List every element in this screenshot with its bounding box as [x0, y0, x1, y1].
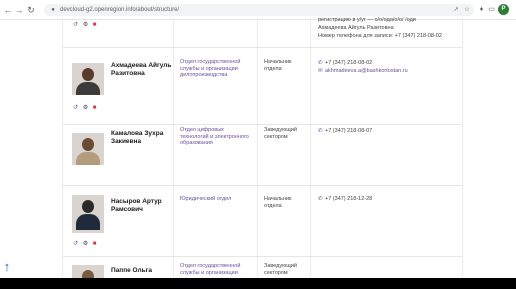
history-icon[interactable]: ↺ — [72, 105, 79, 112]
settings-icon[interactable]: ⚙ — [82, 241, 89, 248]
profile-avatar[interactable]: P — [498, 4, 509, 15]
row-divider — [62, 124, 462, 125]
column-divider — [62, 20, 63, 278]
phone-text: +7 (347) 218-08-02 — [325, 60, 373, 66]
trash-icon[interactable]: ■ — [91, 241, 98, 248]
employee-department[interactable]: Отдел цифровых технологий и электронного… — [180, 127, 254, 147]
settings-icon[interactable]: ⚙ — [82, 105, 89, 112]
trash-icon[interactable]: ■ — [91, 105, 98, 112]
column-divider — [173, 20, 174, 278]
partial-text: регистрацию в у/уг — о/о/ода/о/о/ /оди — [318, 17, 416, 23]
column-divider — [310, 20, 311, 278]
taskbar-strip — [0, 278, 516, 289]
column-divider — [257, 20, 258, 278]
bookmark-star-icon[interactable]: ☆ — [463, 6, 471, 14]
photo-head — [82, 68, 94, 81]
url-text[interactable]: devcloud-g2.openregion.info/about/struct… — [60, 6, 179, 14]
employee-photo — [72, 133, 104, 165]
employee-department[interactable]: Отдел государственной службы и организац… — [180, 59, 254, 79]
row-divider — [62, 185, 462, 186]
extensions-icon[interactable]: ♦ — [477, 5, 486, 14]
scroll-to-top-icon[interactable]: ↑ — [1, 260, 13, 274]
photo-body — [76, 214, 100, 230]
employee-phone: ✆ +7 (347) 218-12-28 — [318, 196, 372, 203]
employee-photo — [72, 63, 104, 95]
employee-department[interactable]: Отдел государственной службы и организац… — [180, 263, 254, 276]
structure-table: регистрацию в у/уг — о/о/ода/о/о/ /оди А… — [0, 17, 516, 278]
employee-name[interactable]: Насыров Артур Рамсович — [111, 198, 173, 214]
employee-phone: ✆ +7 (347) 218-08-07 — [318, 128, 372, 135]
employee-phone: ✆ +7 (347) 218-08-02 — [318, 60, 372, 67]
phone-icon: ✆ — [318, 60, 323, 66]
trash-icon[interactable]: ■ — [91, 22, 98, 29]
mail-icon: ✉ — [318, 68, 323, 74]
share-icon[interactable]: ↗ — [452, 6, 460, 14]
lock-icon[interactable]: ● — [49, 6, 57, 14]
employee-name[interactable]: Камалова Зухра Закиевна — [111, 130, 173, 146]
email-link[interactable]: akhmadeeva.a@bashkortostan.ru — [325, 68, 408, 74]
back-icon[interactable]: ← — [3, 5, 13, 15]
employee-department[interactable]: Юридический отдел — [180, 196, 254, 203]
partial-text: Ахмадеева Айгуль Разитовна — [318, 25, 394, 31]
photo-head — [82, 200, 94, 213]
forward-icon[interactable]: → — [14, 5, 24, 15]
column-divider — [462, 20, 463, 278]
address-bar[interactable]: ● devcloud-g2.openregion.info/about/stru… — [44, 4, 474, 16]
history-icon[interactable]: ↺ — [72, 22, 79, 29]
employee-position: Заведующий сектором — [264, 127, 297, 140]
browser-toolbar: ← → ↻ ● devcloud-g2.openregion.info/abou… — [0, 0, 516, 20]
photo-head — [82, 270, 94, 278]
photo-head — [82, 138, 94, 151]
browser-window: ← → ↻ ● devcloud-g2.openregion.info/abou… — [0, 0, 516, 278]
sidebar-icon[interactable]: ▭ — [487, 5, 496, 14]
employee-name[interactable]: Ахмадеева Айгуль Разитовна — [111, 62, 173, 78]
settings-icon[interactable]: ⚙ — [82, 22, 89, 29]
employee-position: Заведующий сектором — [264, 263, 297, 276]
employee-name[interactable]: Паппе Ольга — [111, 267, 173, 275]
employee-email: ✉ akhmadeeva.a@bashkortostan.ru — [318, 68, 408, 75]
photo-body — [76, 152, 100, 165]
partial-text: Номер телефона для записи: +7 (347) 218-… — [318, 33, 442, 39]
phone-text: +7 (347) 218-12-28 — [325, 196, 373, 202]
photo-body — [76, 82, 100, 95]
employee-photo — [72, 195, 104, 233]
row-divider — [62, 256, 462, 257]
employee-position: Начальник отдела — [264, 196, 292, 209]
history-icon[interactable]: ↺ — [72, 241, 79, 248]
employee-photo — [72, 265, 104, 278]
row-divider — [62, 47, 462, 48]
employee-position: Начальник отдела — [264, 59, 292, 72]
phone-icon: ✆ — [318, 128, 323, 134]
phone-icon: ✆ — [318, 196, 323, 202]
phone-text: +7 (347) 218-08-07 — [325, 128, 373, 134]
reload-icon[interactable]: ↻ — [26, 5, 36, 15]
